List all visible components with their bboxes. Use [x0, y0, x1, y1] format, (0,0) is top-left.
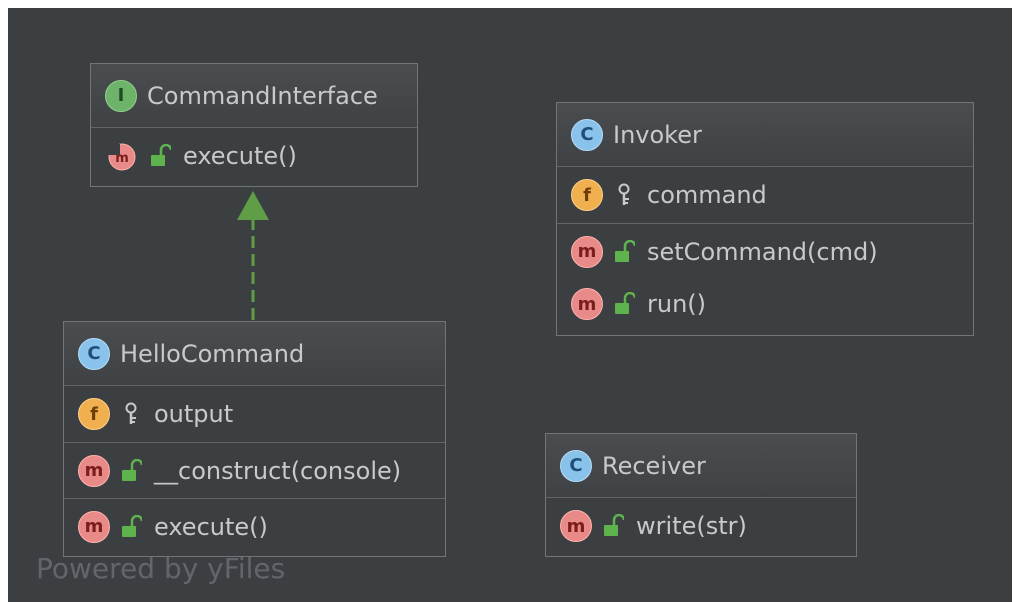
- method-icon: m: [571, 288, 603, 320]
- uml-diagram-canvas: I CommandInterface m execute() C Invoker…: [8, 8, 1012, 602]
- public-lock-icon: [613, 291, 637, 316]
- public-lock-icon: [149, 143, 173, 168]
- class-name: Receiver: [602, 451, 706, 480]
- realization-arrowhead: [237, 191, 269, 220]
- member-row[interactable]: m execute(): [91, 128, 417, 184]
- class-box-commandinterface[interactable]: I CommandInterface m execute(): [90, 63, 418, 187]
- member-label: write(str): [636, 512, 747, 540]
- class-box-receiver[interactable]: C Receiver m write(str): [545, 433, 857, 557]
- member-label: __construct(console): [154, 456, 402, 485]
- method-icon: m: [78, 454, 110, 487]
- private-key-icon: [120, 402, 142, 426]
- public-lock-icon: [613, 239, 637, 264]
- member-row[interactable]: m run(): [557, 279, 973, 329]
- member-row[interactable]: f command: [557, 167, 973, 223]
- class-name: HelloCommand: [120, 339, 305, 368]
- abstract-method-icon: m: [105, 141, 139, 171]
- member-label: execute(): [154, 512, 268, 541]
- class-box-invoker[interactable]: C Invoker f command m setCommand(cmd) m …: [556, 102, 974, 336]
- method-icon: m: [560, 510, 592, 542]
- public-lock-icon: [120, 514, 144, 539]
- member-row[interactable]: m execute(): [64, 498, 445, 554]
- public-lock-icon: [602, 513, 626, 538]
- member-row[interactable]: m __construct(console): [64, 442, 445, 498]
- member-row[interactable]: m write(str): [546, 498, 856, 554]
- member-label: setCommand(cmd): [647, 237, 878, 266]
- class-header: C Receiver: [546, 434, 856, 498]
- class-header: C Invoker: [557, 103, 973, 167]
- class-name: CommandInterface: [147, 81, 378, 110]
- field-icon: f: [571, 179, 603, 211]
- yfiles-watermark: Powered by yFiles: [36, 552, 286, 585]
- class-kind-icon: C: [78, 337, 110, 370]
- class-header: C HelloCommand: [64, 322, 445, 386]
- svg-text:m: m: [115, 151, 129, 166]
- class-header: I CommandInterface: [91, 64, 417, 128]
- member-label: output: [154, 400, 234, 428]
- class-kind-icon: C: [571, 118, 603, 151]
- class-name: Invoker: [613, 120, 702, 149]
- method-icon: m: [78, 510, 110, 543]
- private-key-icon: [613, 183, 635, 207]
- member-label: command: [647, 181, 767, 209]
- member-row[interactable]: f output: [64, 386, 445, 442]
- member-label: run(): [647, 290, 707, 318]
- member-row[interactable]: m setCommand(cmd): [557, 223, 973, 279]
- member-label: execute(): [183, 142, 297, 170]
- class-kind-icon: C: [560, 449, 592, 482]
- interface-kind-icon: I: [105, 79, 137, 112]
- method-icon: m: [571, 235, 603, 268]
- class-box-hellocommand[interactable]: C HelloCommand f output m __construct(co…: [63, 321, 446, 557]
- field-icon: f: [78, 398, 110, 430]
- public-lock-icon: [120, 458, 144, 483]
